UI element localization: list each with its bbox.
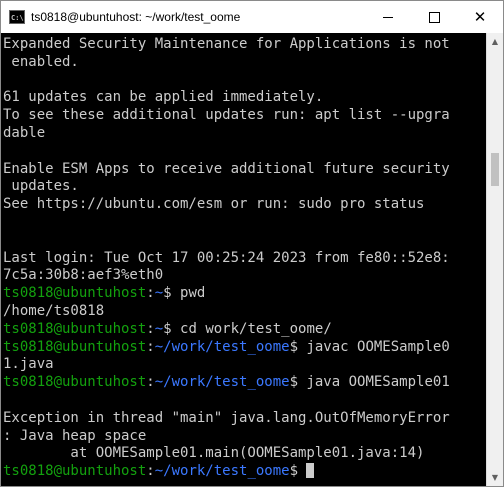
title-bar[interactable]: C:\ ts0818@ubuntuhost: ~/work/test_oome … [1, 1, 503, 33]
prompt-separator: : [146, 320, 155, 337]
output-line: enabled. [3, 54, 450, 72]
output-text: 1.java [3, 356, 54, 373]
command-text: java OOMESample01 [306, 374, 450, 391]
output-line: Last login: Tue Oct 17 00:25:24 2023 fro… [3, 250, 450, 268]
window-title: ts0818@ubuntuhost: ~/work/test_oome [31, 10, 241, 24]
prompt-symbol: $ [163, 320, 181, 337]
scrollbar-thumb[interactable] [491, 153, 499, 186]
scroll-up-icon[interactable]: ▲ [487, 33, 503, 50]
output-text: : Java heap space [3, 427, 147, 444]
prompt-symbol: $ [289, 374, 307, 391]
output-text: enabled. [3, 53, 79, 70]
output-text: /home/ts0818 [3, 302, 105, 319]
output-line: /home/ts0818 [3, 303, 450, 321]
prompt-user: ts0818@ubuntuhost [3, 463, 147, 480]
output-line: : Java heap space [3, 428, 450, 446]
prompt-line: ts0818@ubuntuhost:~/work/test_oome$ java… [3, 374, 450, 392]
output-line: dable [3, 125, 450, 143]
prompt-line: ts0818@ubuntuhost:~/work/test_oome$ [3, 463, 450, 481]
output-text: To see these additional updates run: apt… [3, 107, 450, 124]
output-line: Enable ESM Apps to receive additional fu… [3, 161, 450, 179]
prompt-path: ~/work/test_oome [154, 463, 290, 480]
prompt-symbol: $ [289, 463, 307, 480]
prompt-line: ts0818@ubuntuhost:~$ pwd [3, 285, 450, 303]
prompt-path: ~/work/test_oome [154, 374, 290, 391]
output-text: Enable ESM Apps to receive additional fu… [3, 160, 450, 177]
output-line: To see these additional updates run: apt… [3, 107, 450, 125]
command-text: javac OOMESample0 [306, 338, 450, 355]
prompt-user: ts0818@ubuntuhost [3, 320, 147, 337]
command-text: pwd [180, 285, 206, 302]
terminal-window: C:\ ts0818@ubuntuhost: ~/work/test_oome … [0, 0, 504, 487]
vertical-scrollbar[interactable]: ▲ ▼ [486, 33, 503, 486]
prompt-line: ts0818@ubuntuhost:~$ cd work/test_oome/ [3, 321, 450, 339]
minimize-button[interactable] [365, 1, 411, 33]
output-line: at OOMESample01.main(OOMESample01.java:1… [3, 445, 450, 463]
prompt-user: ts0818@ubuntuhost [3, 285, 147, 302]
output-line: Exception in thread "main" java.lang.Out… [3, 410, 450, 428]
scroll-down-icon[interactable]: ▼ [487, 469, 503, 486]
output-text: 7c5a:30b8:aef3%eth0 [3, 267, 164, 284]
prompt-separator: : [146, 285, 155, 302]
output-line: See https://ubuntu.com/esm or run: sudo … [3, 196, 450, 214]
output-text: Exception in thread "main" java.lang.Out… [3, 409, 450, 426]
output-text: 61 updates can be applied immediately. [3, 89, 324, 106]
close-button[interactable]: ✕ [457, 1, 503, 33]
output-line: updates. [3, 178, 450, 196]
terminal-output[interactable]: Expanded Security Maintenance for Applic… [1, 33, 486, 486]
prompt-separator: : [146, 374, 155, 391]
output-text: dable [3, 124, 46, 141]
prompt-path: ~ [154, 285, 164, 302]
console-app-icon[interactable]: C:\ [9, 10, 25, 24]
prompt-line: ts0818@ubuntuhost:~/work/test_oome$ java… [3, 339, 450, 357]
maximize-icon [428, 11, 440, 23]
prompt-symbol: $ [163, 285, 181, 302]
close-icon: ✕ [473, 8, 487, 26]
output-text: Expanded Security Maintenance for Applic… [3, 36, 450, 52]
terminal-lines: Expanded Security Maintenance for Applic… [3, 36, 450, 481]
prompt-path: ~/work/test_oome [154, 338, 290, 355]
output-text: Last login: Tue Oct 17 00:25:24 2023 fro… [3, 249, 450, 266]
prompt-path: ~ [154, 320, 164, 337]
maximize-button[interactable] [411, 1, 457, 33]
output-line: 7c5a:30b8:aef3%eth0 [3, 267, 450, 285]
minimize-icon [383, 16, 393, 18]
output-text: updates. [3, 178, 79, 195]
command-text: cd work/test_oome/ [180, 320, 332, 337]
prompt-user: ts0818@ubuntuhost [3, 374, 147, 391]
prompt-separator: : [146, 338, 155, 355]
output-text: See https://ubuntu.com/esm or run: sudo … [3, 196, 425, 213]
prompt-user: ts0818@ubuntuhost [3, 338, 147, 355]
prompt-separator: : [146, 463, 155, 480]
text-cursor [306, 463, 315, 479]
output-line: 61 updates can be applied immediately. [3, 89, 450, 107]
output-text: at OOMESample01.main(OOMESample01.java:1… [3, 445, 425, 462]
output-line: 1.java [3, 356, 450, 374]
output-line: Expanded Security Maintenance for Applic… [3, 36, 450, 54]
prompt-symbol: $ [289, 338, 307, 355]
